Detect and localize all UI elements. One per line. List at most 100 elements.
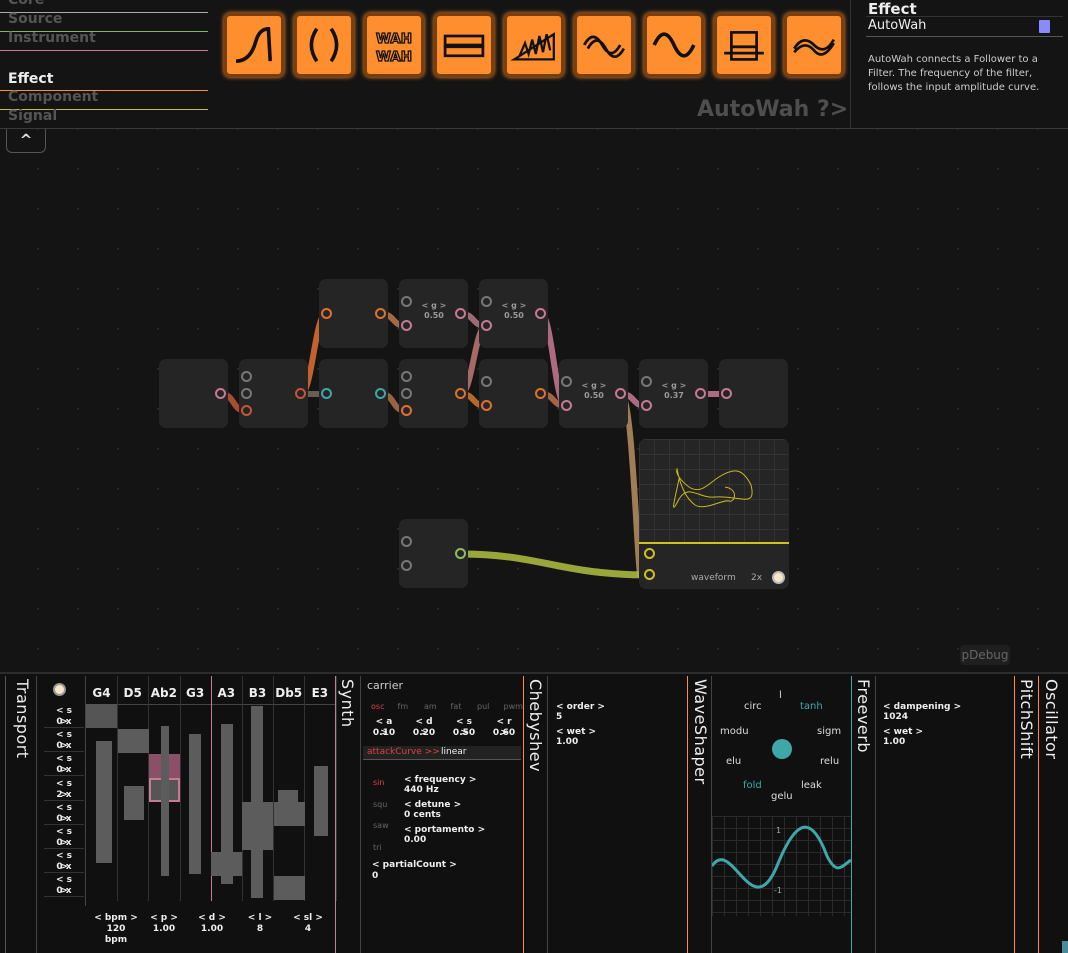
synth-tab[interactable]: fm (398, 702, 409, 711)
input-port[interactable] (481, 400, 492, 411)
note-header[interactable]: A3 (211, 686, 242, 700)
input-port[interactable] (401, 405, 412, 416)
parens-icon[interactable] (294, 13, 354, 77)
sine-icon[interactable] (644, 13, 704, 77)
osc-param-value[interactable]: 0 cents (404, 810, 441, 821)
synth-title[interactable]: Synth (338, 679, 357, 728)
document-icon[interactable] (1039, 20, 1050, 33)
wave-type[interactable]: sin (373, 778, 384, 787)
seq-bar[interactable] (161, 726, 169, 876)
note-header[interactable]: G4 (86, 686, 117, 700)
note-header[interactable]: Ab2 (148, 686, 179, 700)
autowah-icon[interactable]: WAH WAH (364, 13, 424, 77)
scope-zoom[interactable]: 2x (751, 573, 762, 583)
waveshaper-function[interactable]: sigm (817, 726, 841, 737)
seq-cell[interactable] (118, 729, 149, 753)
output-port[interactable] (615, 388, 626, 399)
seq-param-label[interactable]: < p > (142, 913, 186, 924)
freeverb-title[interactable]: Freeverb (854, 679, 873, 753)
seq-param-label[interactable]: < bpm > (94, 913, 138, 924)
waveshaper-function[interactable]: gelu (771, 791, 793, 802)
scope-toggle[interactable] (772, 571, 785, 584)
osc-param-value[interactable]: 0.00 (404, 835, 426, 846)
env-value[interactable]: 0.10 (372, 728, 396, 739)
seq-cell[interactable] (86, 704, 117, 728)
cheb-param-value[interactable]: 5 (556, 712, 562, 723)
seq-cell[interactable] (242, 826, 273, 850)
synth-tab[interactable]: pwm (504, 702, 523, 711)
input-port[interactable] (481, 320, 492, 331)
waveshaper-knob[interactable] (772, 739, 792, 759)
input-port[interactable] (401, 320, 412, 331)
cheb-param-label[interactable]: < order > (556, 702, 605, 713)
note-header[interactable]: B3 (242, 686, 273, 700)
output-port[interactable] (375, 388, 386, 399)
input-port[interactable] (641, 376, 652, 387)
category-core[interactable]: Core (8, 0, 208, 11)
freeverb-param-value[interactable]: 1024 (883, 712, 908, 723)
input-port[interactable] (721, 388, 732, 399)
input-port[interactable] (401, 388, 412, 399)
seq-bar[interactable] (314, 766, 328, 836)
seq-cell[interactable] (274, 802, 305, 826)
osc-param-value[interactable]: 440 Hz (404, 785, 439, 796)
seq-cell[interactable] (211, 852, 242, 876)
chebyshev-icon[interactable] (504, 13, 564, 77)
gain-label[interactable]: < g >0.50 (497, 301, 531, 321)
note-header[interactable]: G3 (180, 686, 211, 700)
node-gain-3[interactable]: < g >0.50 (559, 359, 628, 428)
node-filter-2[interactable] (479, 359, 548, 428)
palette-title[interactable]: AutoWah ?> (697, 97, 848, 122)
seq-cell[interactable] (274, 876, 305, 900)
distortion-icon[interactable] (784, 13, 844, 77)
oscillator-title[interactable]: Oscillator (1042, 679, 1061, 760)
waveshaper-function[interactable]: circ (744, 701, 762, 712)
gain-label[interactable]: < g >0.37 (657, 381, 691, 401)
waveform-scope[interactable]: waveform 2x (639, 439, 789, 589)
input-port[interactable] (401, 560, 412, 571)
bitcrusher-icon[interactable] (434, 13, 494, 77)
freeverb-param-value[interactable]: 1.00 (883, 737, 905, 748)
pdebug-button[interactable]: pDebug (960, 645, 1010, 665)
wave-type[interactable]: tri (373, 843, 382, 852)
partialcount-param[interactable]: < partialCount >0 (372, 860, 457, 882)
output-port[interactable] (375, 308, 386, 319)
seq-param-value[interactable]: 120 bpm (94, 924, 138, 946)
output-port[interactable] (215, 388, 226, 399)
input-port[interactable] (481, 376, 492, 387)
input-port[interactable] (561, 400, 572, 411)
output-port[interactable] (455, 388, 466, 399)
seq-bar[interactable] (189, 734, 201, 874)
category-signal[interactable]: Signal (8, 108, 208, 127)
chebyshev-title[interactable]: Chebyshev (526, 679, 545, 772)
synth-tab[interactable]: am (424, 702, 437, 711)
seq-param-label[interactable]: < l > (238, 913, 282, 924)
waveshaper-function[interactable]: fold (743, 780, 762, 791)
input-port[interactable] (644, 548, 655, 559)
collapse-button[interactable]: ^ (6, 129, 46, 153)
seq-param-value[interactable]: 8 (238, 924, 282, 935)
category-effect[interactable]: Effect (8, 71, 208, 90)
transport-title[interactable]: Transport (13, 679, 32, 759)
seq-param-value[interactable]: 1.00 (142, 924, 186, 935)
waveshaper-function[interactable]: leak (801, 780, 822, 791)
node-gain-2[interactable]: < g >0.50 (479, 279, 548, 348)
chorus-icon[interactable] (574, 13, 634, 77)
seq-param-label[interactable]: < sl > (286, 913, 330, 924)
synth-tab[interactable]: pul (477, 702, 489, 711)
input-port[interactable] (321, 308, 332, 319)
node-input[interactable] (159, 359, 228, 428)
note-header[interactable]: E3 (304, 686, 335, 700)
output-port[interactable] (295, 388, 306, 399)
seq-param-value[interactable]: 4 (286, 924, 330, 935)
node-follower[interactable] (239, 359, 308, 428)
node-oscillator[interactable] (399, 519, 468, 588)
input-port[interactable] (241, 388, 252, 399)
waveshaper-function[interactable]: tanh (800, 701, 823, 712)
input-port[interactable] (481, 296, 492, 307)
output-port[interactable] (535, 308, 546, 319)
output-port[interactable] (455, 308, 466, 319)
gain-label[interactable]: < g >0.50 (417, 301, 451, 321)
output-port[interactable] (535, 388, 546, 399)
seq-bar[interactable] (124, 786, 144, 820)
